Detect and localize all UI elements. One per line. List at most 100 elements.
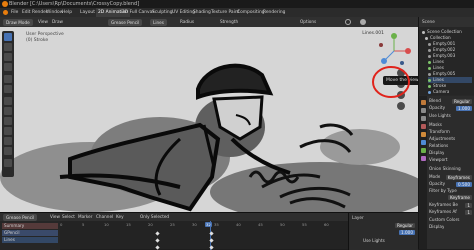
menu-help[interactable]: Help — [62, 8, 72, 17]
cutter-tool-icon[interactable] — [4, 75, 12, 83]
current-frame-indicator[interactable]: 32 — [205, 222, 212, 227]
masks-panel[interactable]: Masks — [429, 122, 442, 128]
keyframes-before-field[interactable]: 1 — [465, 202, 472, 208]
workspace-tab-layout[interactable]: Layout — [80, 8, 95, 17]
eyedropper-tool-icon[interactable] — [4, 85, 12, 93]
fill-tool-icon[interactable] — [4, 43, 12, 51]
tool-shelf — [2, 31, 14, 177]
layer-blend-dropdown[interactable]: Regular — [394, 223, 415, 228]
shading-solid-icon[interactable] — [360, 19, 366, 25]
onion-opacity-slider[interactable]: 0.500 — [456, 181, 472, 187]
arc-tool-icon[interactable] — [4, 117, 12, 125]
right-panel: Scene Scene Collection Collection Empty.… — [418, 17, 474, 249]
material-tab-icon[interactable] — [420, 156, 426, 161]
frame-number: 60 — [324, 222, 329, 227]
workspace-tab-sculpting[interactable]: Sculpting — [152, 8, 173, 17]
channel-lines[interactable]: Lines — [2, 237, 58, 243]
menu-edit[interactable]: Edit — [22, 8, 31, 17]
layer-opacity-slider[interactable]: 1.000 — [399, 230, 415, 235]
blender-logo-icon — [2, 1, 8, 7]
relations-panel[interactable]: Relations — [429, 143, 448, 149]
keyframe[interactable] — [155, 238, 160, 243]
menu-bar: File Edit Render Window Help Layout 2D A… — [0, 8, 474, 17]
object-tab-icon[interactable] — [420, 132, 426, 137]
viewport-panel[interactable]: Viewport — [429, 157, 448, 163]
frame-number: 25 — [170, 222, 175, 227]
menu-channel[interactable]: Channel — [96, 213, 113, 221]
channel-summary[interactable]: Summary — [2, 223, 58, 229]
menu-select-timeline[interactable]: Select — [62, 213, 75, 221]
tint-tool-icon[interactable] — [4, 63, 12, 71]
options-menu[interactable]: Options — [300, 17, 316, 27]
ortho-grid-icon[interactable] — [397, 102, 405, 110]
box-tool-icon[interactable] — [4, 137, 12, 145]
keyframe[interactable] — [155, 231, 160, 236]
polyline-tool-icon[interactable] — [4, 107, 12, 115]
filter-dropdown[interactable]: Keyframe — [447, 195, 472, 200]
draw-tool-icon[interactable] — [4, 33, 12, 41]
blend-dropdown[interactable]: Regular — [451, 98, 472, 104]
viewport-header: Draw Mode View Draw Grease Pencil Lines … — [0, 17, 418, 27]
outliner-item[interactable]: Camera — [428, 89, 449, 95]
workspace-tab-2d-full-canvas[interactable]: 2D Full Canvas — [122, 8, 155, 17]
collection-label: (0) Stroke — [26, 38, 49, 43]
red-annotation-circle — [372, 66, 410, 98]
dope-sheet: Grease Pencil View Select Marker Channel… — [0, 212, 418, 250]
use-lights-checkbox[interactable]: Use Lights — [429, 113, 451, 119]
mode-dropdown[interactable]: Draw Mode — [3, 18, 33, 26]
layer-dropdown[interactable]: Lines — [150, 18, 167, 26]
layer-use-lights-checkbox[interactable]: Use Lights — [363, 238, 385, 244]
menu-file[interactable]: File — [11, 8, 18, 17]
workspace-tab-shading[interactable]: Shading — [193, 8, 211, 17]
output-tab-icon[interactable] — [420, 116, 426, 121]
data-tab-icon[interactable] — [420, 148, 426, 153]
keyframes-after-field[interactable]: 1 — [465, 209, 472, 215]
workspace-tab-uv-editing[interactable]: UV Editing — [172, 8, 195, 17]
menu-view[interactable]: View — [38, 17, 48, 27]
render-tab-icon[interactable] — [420, 108, 426, 113]
editor-mode-dropdown[interactable]: Grease Pencil — [3, 213, 38, 221]
channel-gpencil[interactable]: GPencil — [2, 230, 58, 236]
menu-draw[interactable]: Draw — [52, 17, 63, 27]
3d-viewport[interactable]: User Perspective (0) Stroke Lines.001 Mo… — [0, 27, 418, 212]
keyframe[interactable] — [209, 231, 214, 236]
only-selected-toggle[interactable]: Only Selected — [140, 213, 169, 221]
line-tool-icon[interactable] — [4, 97, 12, 105]
keyframe[interactable] — [209, 238, 214, 243]
erase-tool-icon[interactable] — [4, 53, 12, 61]
overlay-icon[interactable] — [345, 19, 351, 25]
menu-marker[interactable]: Marker — [78, 213, 92, 221]
workspace-tab-compositing[interactable]: Compositing — [237, 8, 265, 17]
strength-label: Strength — [220, 19, 239, 24]
workspace-tab-texture-paint[interactable]: Texture Paint — [211, 8, 239, 17]
scene-tab-icon[interactable] — [420, 124, 426, 129]
outliner-header[interactable]: Scene — [419, 17, 474, 27]
annotate-tool-icon[interactable] — [4, 159, 12, 167]
onion-skinning-panel[interactable]: Onion Skinning — [429, 166, 461, 172]
menu-window[interactable]: Window — [46, 8, 63, 17]
opacity-slider[interactable]: 1.000 — [456, 105, 472, 111]
display-panel[interactable]: Display — [429, 150, 444, 156]
properties-editor: Blend Regular Opacity 1.000 Use Lights M… — [427, 96, 474, 249]
modifier-tab-icon[interactable] — [420, 140, 426, 145]
menu-key[interactable]: Key — [116, 213, 124, 221]
menu-view-timeline[interactable]: View — [50, 213, 60, 221]
mode-dropdown-onion[interactable]: Keyframes — [445, 174, 472, 180]
channel-list: Summary GPencil Lines — [0, 221, 60, 250]
layer-panel: Layer Regular 1.000 Use Lights — [348, 213, 418, 250]
circle-tool-icon[interactable] — [4, 147, 12, 155]
tool-tab-icon[interactable] — [420, 100, 426, 105]
frame-number: 35 — [214, 222, 219, 227]
transform-panel[interactable]: Transform — [429, 129, 450, 135]
opacity-label: Opacity — [429, 105, 446, 110]
window-title: Blender [C:\Users\Rp\Documents\CrossyCop… — [9, 1, 140, 7]
blender-menu-icon[interactable] — [3, 10, 8, 15]
display-subpanel[interactable]: Display — [429, 224, 444, 230]
keyframe-area[interactable]: 0 5 10 15 20 25 30 35 40 45 50 55 60 32 — [60, 221, 348, 250]
custom-colors-checkbox[interactable]: Custom Colors — [429, 217, 460, 223]
brush-dropdown[interactable]: Grease Pencil — [108, 18, 143, 26]
adjustments-panel[interactable]: Adjustments — [429, 136, 455, 142]
workspace-tab-rendering[interactable]: Rendering — [263, 8, 285, 17]
curve-tool-icon[interactable] — [4, 127, 12, 135]
drawing-canvas — [0, 27, 418, 212]
